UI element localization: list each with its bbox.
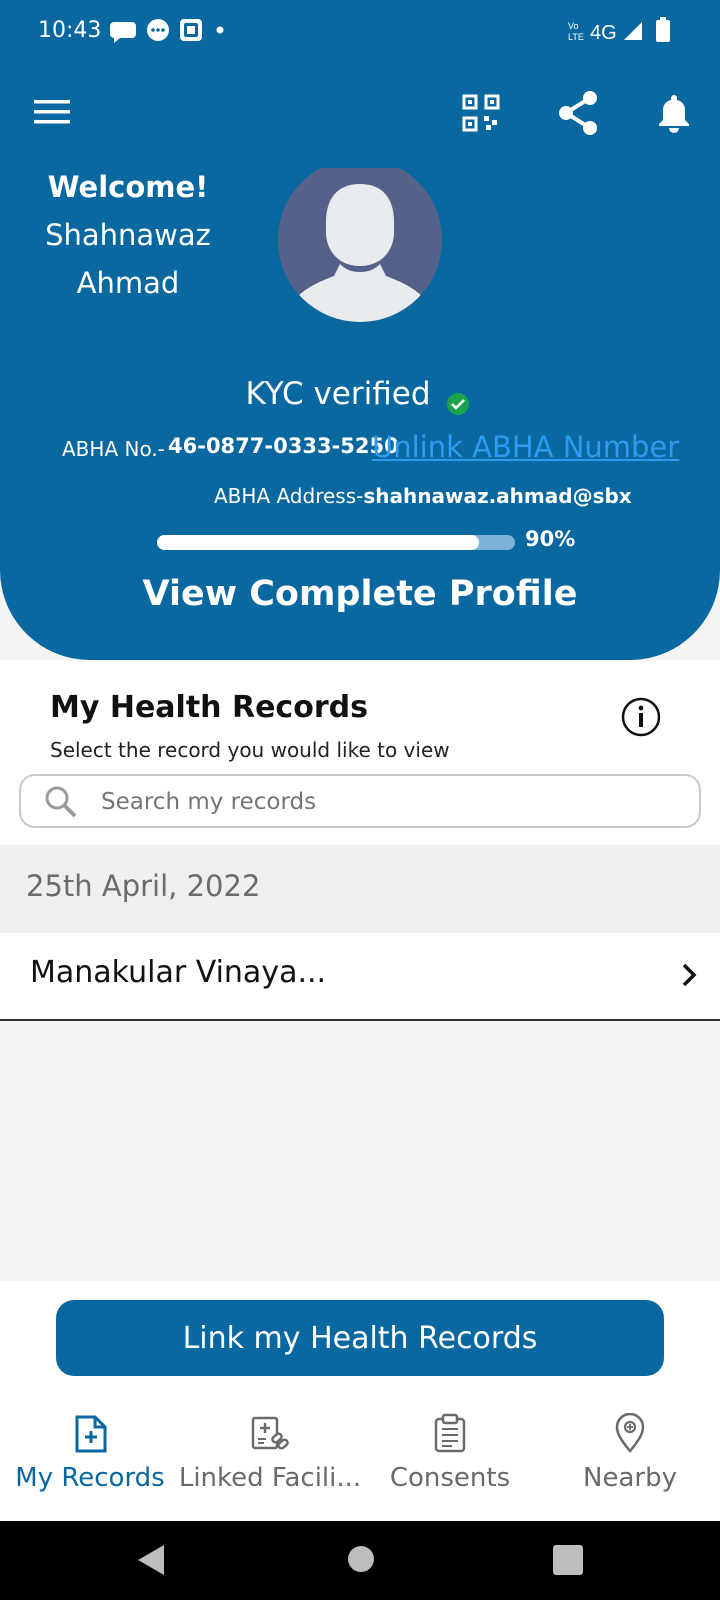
welcome-text: Welcome! — [47, 170, 209, 204]
nav-label-consents: Consents — [389, 1463, 511, 1493]
network-type: 4G — [590, 22, 617, 44]
signal-battery-icons: Vo LTE 4G — [568, 17, 670, 44]
user-last-name: Ahmad — [76, 266, 180, 300]
abha-address-label: ABHA Address- — [214, 484, 364, 508]
records-subtitle: Select the record you would like to view — [50, 738, 450, 762]
record-date-header: 25th April, 2022 — [0, 845, 720, 933]
status-bar: 10:43 Vo LTE 4G — [0, 0, 720, 64]
nav-consents[interactable]: Consents — [360, 1377, 540, 1521]
profile-completion-label: 90% — [525, 527, 576, 551]
abha-number-label: ABHA No.- — [62, 437, 165, 461]
consents-icon — [434, 1413, 466, 1453]
record-item[interactable]: Manakular Vinaya... — [0, 933, 720, 1021]
profile-completion-bar — [157, 535, 515, 550]
nearby-icon — [615, 1413, 645, 1453]
system-navigation-bar — [0, 1521, 720, 1600]
records-title: My Health Records — [50, 690, 368, 725]
chevron-right-icon — [682, 963, 697, 987]
home-icon[interactable] — [347, 1545, 375, 1573]
linked-facilities-icon — [251, 1416, 289, 1450]
back-icon[interactable] — [136, 1543, 166, 1577]
profile-completion-fill — [157, 535, 480, 550]
nav-label-nearby: Nearby — [583, 1463, 677, 1493]
search-input[interactable] — [99, 786, 663, 818]
avatar[interactable] — [278, 156, 442, 324]
record-date: 25th April, 2022 — [26, 869, 261, 903]
unlink-abha-link[interactable]: Unlink ABHA Number — [372, 430, 679, 464]
records-icon — [75, 1415, 107, 1453]
abha-address: shahnawaz.ahmad@sbx — [363, 484, 632, 508]
kyc-status: KYC verified — [245, 376, 431, 412]
svg-text:Vo: Vo — [568, 21, 579, 31]
notification-icons — [110, 19, 224, 43]
share-icon[interactable] — [556, 90, 600, 136]
menu-icon[interactable] — [34, 98, 70, 126]
link-health-records-button[interactable]: Link my Health Records — [56, 1300, 664, 1376]
record-facility-name: Manakular Vinaya... — [30, 955, 327, 990]
nav-label-my-records: My Records — [15, 1463, 165, 1493]
profile-header — [0, 0, 720, 660]
abha-address-row: ABHA Address-shahnawaz.ahmad@sbx — [214, 484, 632, 508]
notification-bell-icon[interactable] — [656, 92, 692, 134]
abha-number: 46-0877-0333-5250 — [168, 434, 399, 458]
status-time: 10:43 — [38, 18, 102, 43]
nav-linked-facilities[interactable]: Linked Facili... — [178, 1377, 362, 1521]
user-first-name: Shahnawaz — [45, 218, 211, 252]
nav-label-linked-facilities: Linked Facili... — [178, 1463, 362, 1493]
bottom-navigation: My Records Linked Facili... Consents Nea… — [0, 1377, 720, 1521]
search-box[interactable] — [19, 774, 701, 828]
qr-code-icon[interactable] — [462, 94, 500, 132]
svg-text:LTE: LTE — [568, 32, 584, 42]
search-icon — [45, 786, 77, 818]
recents-icon[interactable] — [553, 1545, 583, 1575]
verified-check-icon — [447, 393, 469, 415]
nav-my-records[interactable]: My Records — [0, 1377, 180, 1521]
info-icon[interactable] — [620, 696, 662, 738]
nav-nearby[interactable]: Nearby — [540, 1377, 720, 1521]
view-complete-profile-link[interactable]: View Complete Profile — [0, 574, 720, 614]
